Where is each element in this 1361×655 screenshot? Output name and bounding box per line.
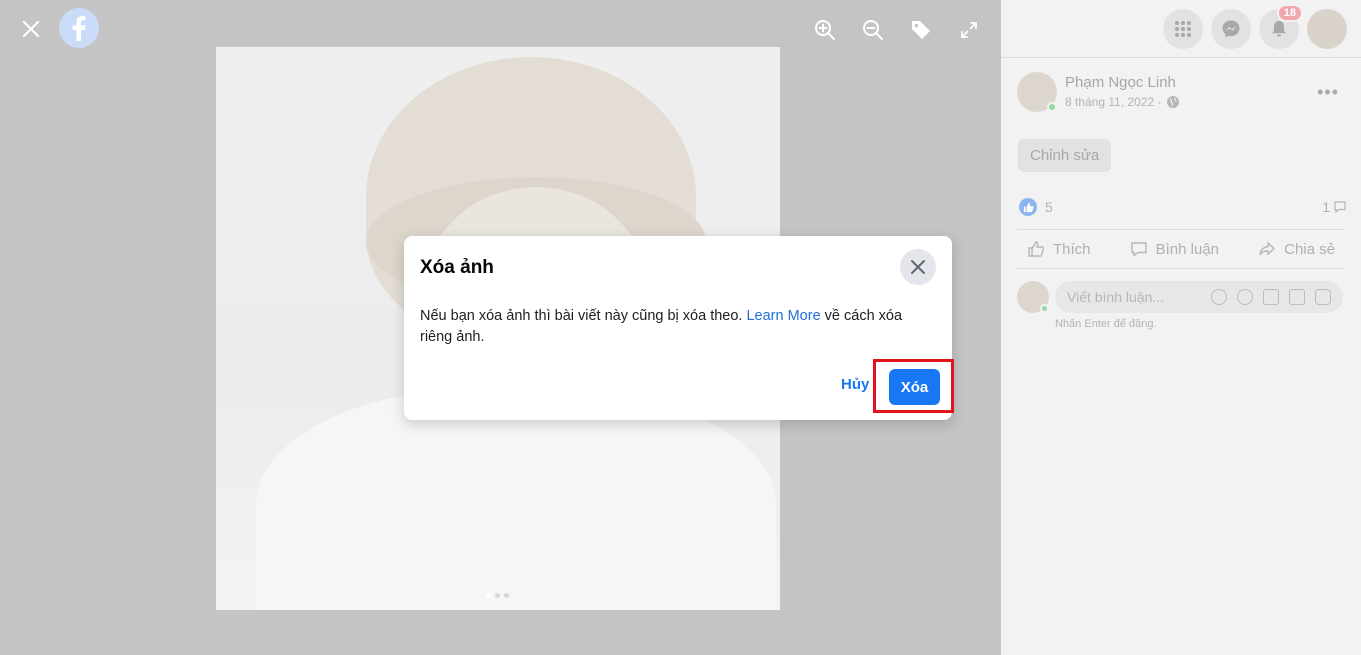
notification-badge: 18 — [1276, 4, 1303, 22]
enter-hint: Nhấn Enter để đăng. — [1055, 318, 1157, 330]
comment-count-value: 1 — [1322, 199, 1330, 215]
learn-more-link[interactable]: Learn More — [746, 308, 820, 324]
comment-label: Bình luận — [1155, 240, 1220, 258]
post-actions: Thích Bình luận Chia sẻ — [1017, 232, 1345, 266]
dialog-close-button[interactable] — [900, 249, 936, 285]
dialog-title: Xóa ảnh — [420, 257, 494, 278]
globe-icon — [1166, 96, 1179, 108]
commenter-avatar[interactable] — [1017, 281, 1049, 313]
facebook-logo-icon[interactable] — [59, 8, 99, 48]
comment-button[interactable]: Bình luận — [1120, 240, 1229, 258]
online-status-dot — [1040, 304, 1049, 313]
dialog-message-prefix: Nếu bạn xóa ảnh thì bài viết này cũng bị… — [420, 308, 747, 324]
zoom-out-icon[interactable] — [861, 18, 885, 42]
like-reaction-icon — [1019, 198, 1037, 216]
more-options-icon[interactable]: ••• — [1317, 82, 1339, 103]
comment-count[interactable]: 1 — [1322, 199, 1347, 215]
emoji-icon[interactable] — [1237, 289, 1253, 305]
gif-icon[interactable] — [1289, 289, 1305, 305]
author-name[interactable]: Phạm Ngọc Linh — [1065, 74, 1180, 91]
comment-placeholder: Viết bình luận... — [1067, 289, 1165, 305]
tag-icon[interactable] — [909, 18, 933, 42]
avatar-sticker-icon[interactable] — [1211, 289, 1227, 305]
cancel-button[interactable]: Hủy — [841, 376, 869, 393]
photo-pagination-dots — [486, 593, 509, 598]
comment-composer: Viết bình luận... — [1017, 281, 1343, 313]
reaction-summary[interactable]: 5 — [1019, 198, 1053, 216]
actions-divider-bottom — [1017, 268, 1345, 269]
viewer-toolbar — [813, 18, 981, 42]
post-header: Phạm Ngọc Linh 8 tháng 11, 2022 · — [1017, 72, 1180, 112]
share-icon — [1259, 241, 1276, 256]
share-button[interactable]: Chia sẻ — [1248, 240, 1345, 258]
dialog-message: Nếu bạn xóa ảnh thì bài viết này cũng bị… — [420, 306, 930, 348]
author-avatar[interactable] — [1017, 72, 1057, 112]
thumbs-up-icon — [1028, 241, 1044, 257]
confirm-delete-button[interactable]: Xóa — [889, 369, 940, 405]
menu-grid-icon[interactable] — [1163, 9, 1203, 49]
sticker-icon[interactable] — [1315, 289, 1331, 305]
online-status-dot — [1047, 102, 1057, 112]
zoom-in-icon[interactable] — [813, 18, 837, 42]
camera-icon[interactable] — [1263, 289, 1279, 305]
like-label: Thích — [1053, 240, 1091, 258]
comment-input[interactable]: Viết bình luận... — [1055, 281, 1343, 313]
close-icon[interactable] — [16, 14, 46, 44]
comment-bubble-icon — [1334, 201, 1346, 214]
close-icon — [911, 260, 925, 274]
share-label: Chia sẻ — [1284, 240, 1335, 258]
edit-post-button[interactable]: Chỉnh sửa — [1018, 139, 1112, 172]
top-nav: 18 — [1163, 4, 1347, 49]
comment-icon — [1130, 242, 1147, 257]
post-side-panel: 18 Phạm Ngọc Linh 8 tháng 11, 2022 · •••… — [1001, 0, 1361, 655]
post-date[interactable]: 8 tháng 11, 2022 · — [1065, 95, 1162, 109]
account-avatar[interactable] — [1307, 9, 1347, 49]
delete-photo-dialog: Xóa ảnh Nếu bạn xóa ảnh thì bài viết này… — [404, 236, 952, 420]
messenger-icon[interactable] — [1211, 9, 1251, 49]
actions-divider-top — [1017, 229, 1345, 230]
notifications-bell-icon[interactable]: 18 — [1259, 4, 1303, 49]
header-divider — [1001, 57, 1361, 58]
reaction-count: 5 — [1045, 199, 1053, 215]
fullscreen-icon[interactable] — [957, 18, 981, 42]
like-button[interactable]: Thích — [1017, 240, 1101, 258]
